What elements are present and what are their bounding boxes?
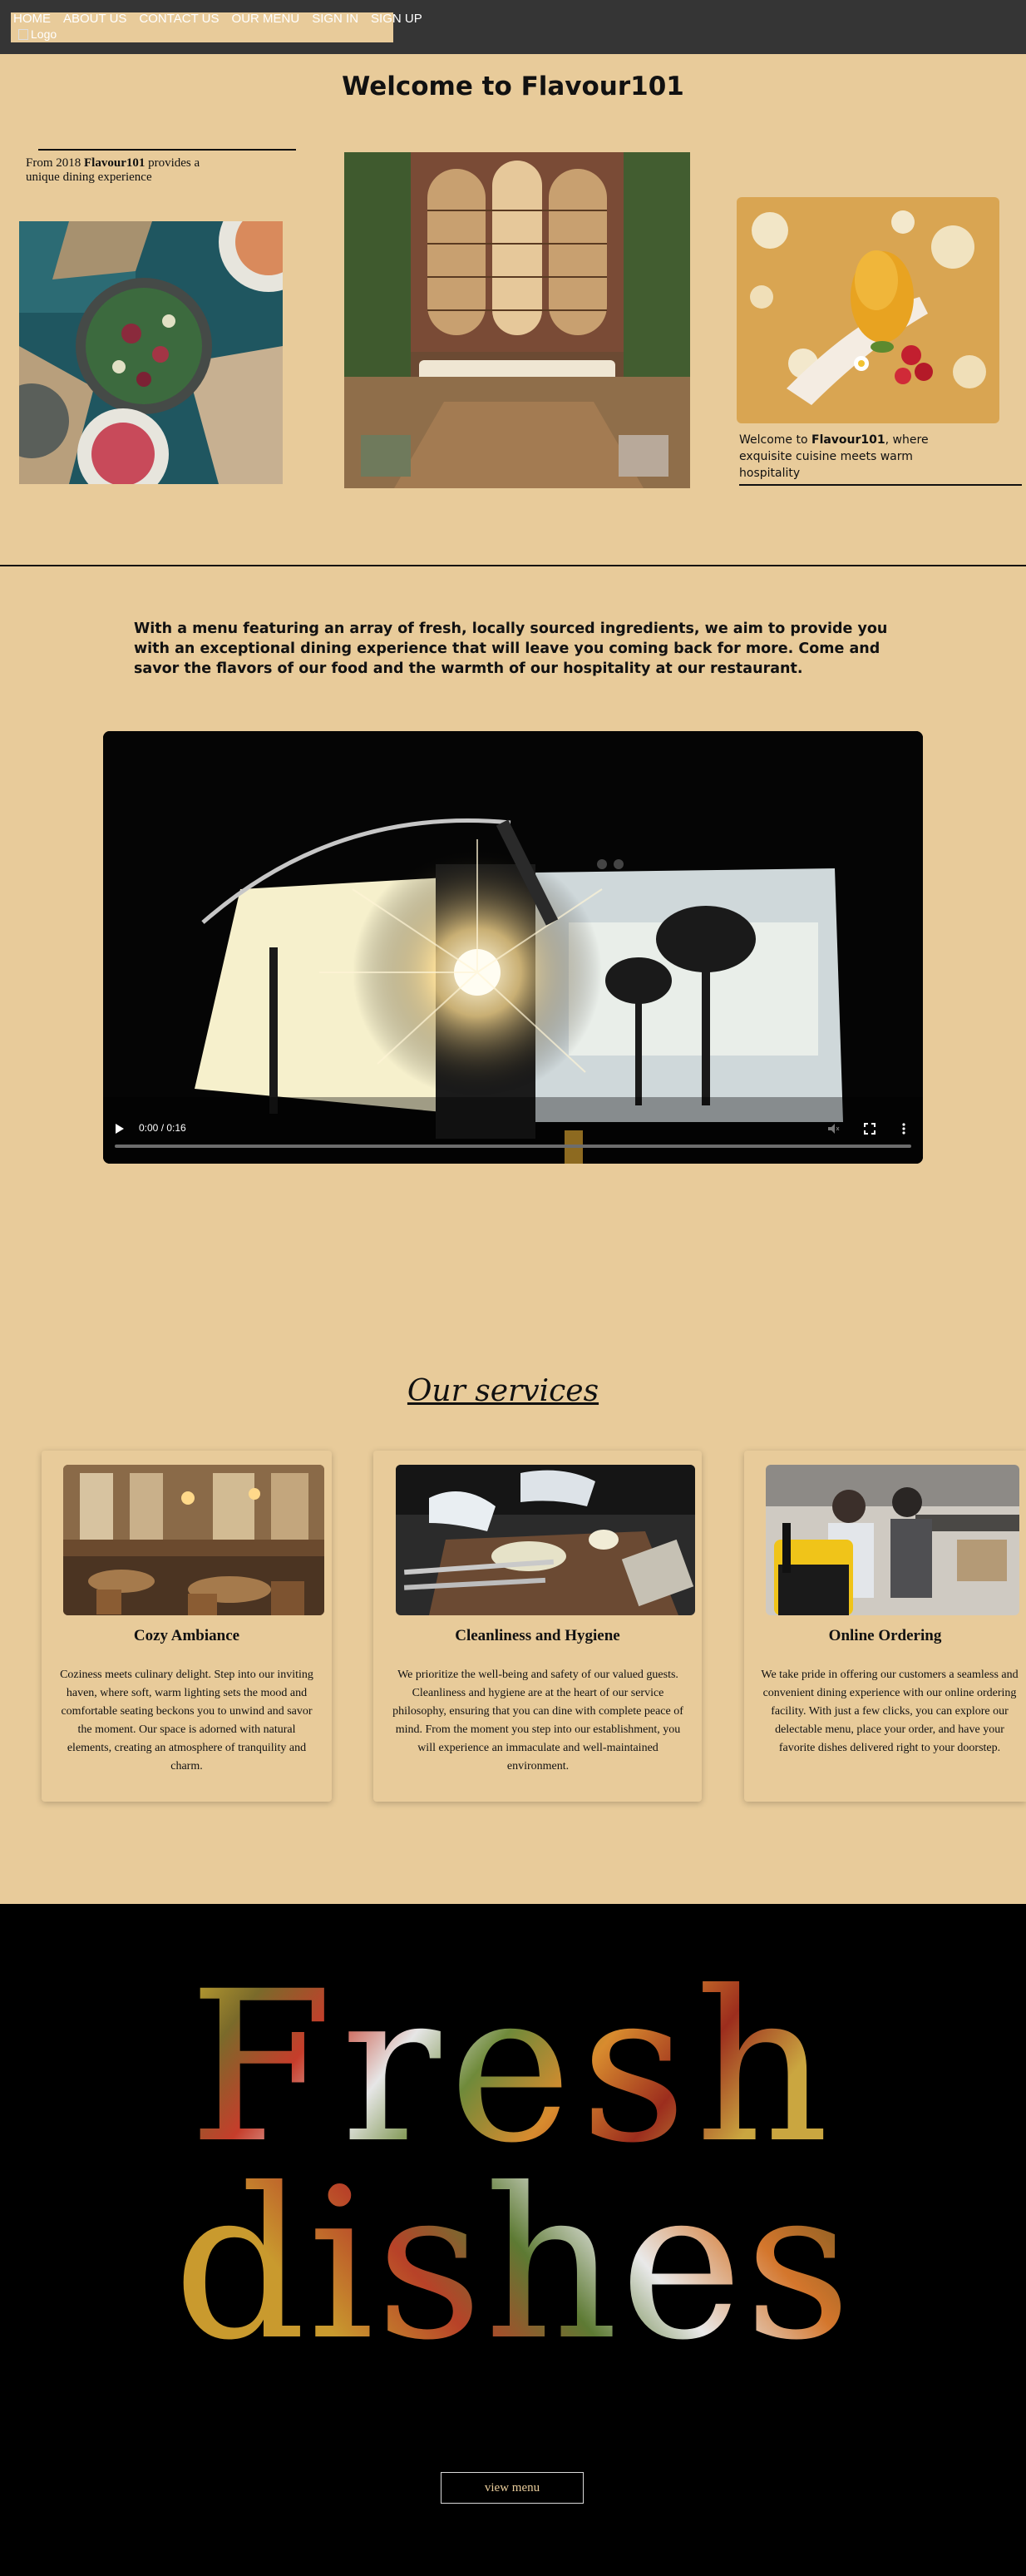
more-options-icon[interactable] bbox=[901, 1122, 906, 1139]
video-time: 0:00 / 0:16 bbox=[139, 1122, 186, 1134]
service-card-title: Online Ordering bbox=[828, 1627, 942, 1644]
page-title: Welcome to Flavour101 bbox=[342, 72, 684, 101]
left-caption-pre: From 2018 bbox=[26, 156, 85, 170]
left-caption-brand: Flavour101 bbox=[84, 156, 146, 170]
nav-contact-link[interactable]: CONTACT US bbox=[139, 12, 219, 26]
service-card-ordering: Online Ordering We take pride in offerin… bbox=[744, 1451, 1026, 1802]
restaurant-interior-photo bbox=[344, 152, 690, 488]
nav-links: HOME ABOUT US CONTACT US OUR MENU SIGN I… bbox=[13, 12, 422, 26]
fullscreen-icon[interactable] bbox=[863, 1122, 876, 1139]
service-card-ambiance: Cozy Ambiance Coziness meets culinary de… bbox=[42, 1451, 332, 1802]
logo[interactable]: Logo bbox=[18, 27, 57, 41]
video-player[interactable]: 0:00 / 0:16 bbox=[103, 731, 923, 1164]
right-caption: Welcome to Flavour101, where exquisite c… bbox=[739, 432, 972, 482]
broken-image-icon bbox=[18, 28, 28, 40]
right-caption-pre: Welcome to bbox=[739, 433, 811, 447]
fresh-dishes-text-graphic: Fresh dishes bbox=[173, 1946, 853, 2386]
hygiene-photo bbox=[396, 1465, 695, 1615]
left-caption: From 2018 Flavour101 provides a unique d… bbox=[26, 156, 209, 185]
nav-about-link[interactable]: ABOUT US bbox=[63, 12, 126, 26]
dessert-photo bbox=[737, 197, 999, 423]
left-caption-rule bbox=[38, 149, 296, 151]
nav-signup-link[interactable]: SIGN UP bbox=[371, 12, 422, 26]
mute-icon[interactable] bbox=[826, 1122, 840, 1139]
nav-home-link[interactable]: HOME bbox=[13, 12, 51, 26]
right-caption-brand: Flavour101 bbox=[811, 433, 885, 447]
nav-menu-link[interactable]: OUR MENU bbox=[232, 12, 300, 26]
play-button[interactable] bbox=[115, 1122, 125, 1135]
ambiance-photo bbox=[63, 1465, 324, 1615]
service-card-title: Cozy Ambiance bbox=[133, 1627, 240, 1644]
video-progress-track[interactable] bbox=[115, 1145, 911, 1148]
service-card-title: Cleanliness and Hygiene bbox=[455, 1627, 620, 1644]
service-card-text: We prioritize the well-being and safety … bbox=[392, 1669, 683, 1773]
intro-paragraph: With a menu featuring an array of fresh,… bbox=[134, 621, 888, 677]
right-caption-rule bbox=[739, 484, 1022, 486]
promo-line-2: dishes bbox=[173, 2143, 853, 2386]
service-card-text: Coziness meets culinary delight. Step in… bbox=[60, 1669, 313, 1773]
food-photo-left bbox=[19, 221, 283, 484]
service-card-hygiene: Cleanliness and Hygiene We prioritize th… bbox=[373, 1451, 702, 1802]
nav-signin-link[interactable]: SIGN IN bbox=[312, 12, 358, 26]
logo-alt-text: Logo bbox=[31, 27, 57, 41]
online-ordering-photo bbox=[766, 1465, 1019, 1615]
services-title: Our services bbox=[407, 1374, 599, 1408]
service-card-text: We take pride in offering our customers … bbox=[761, 1669, 1019, 1754]
section-divider bbox=[0, 565, 1026, 566]
view-menu-button[interactable]: view menu bbox=[441, 2472, 584, 2504]
